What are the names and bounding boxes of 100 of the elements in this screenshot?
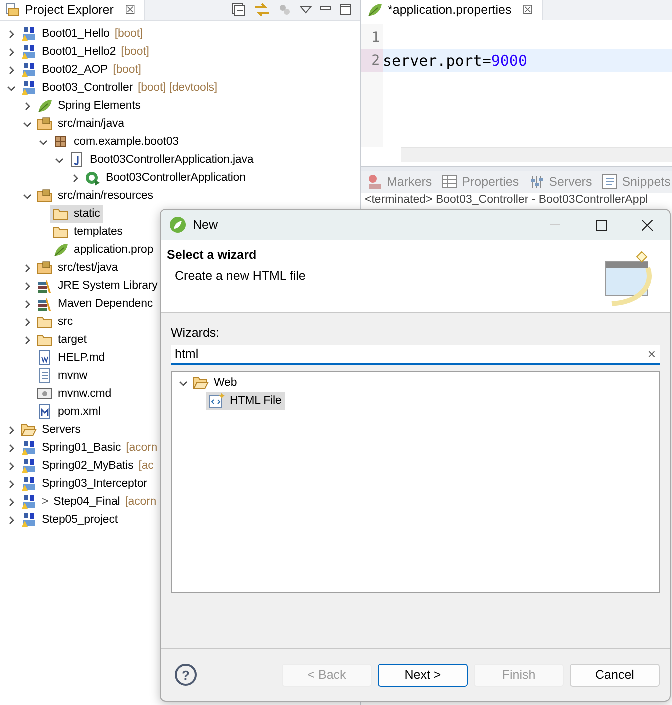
code-line: server.port=9000 bbox=[383, 52, 528, 70]
tree-item[interactable]: static bbox=[50, 205, 104, 223]
tree-item[interactable]: mvnw bbox=[34, 367, 91, 385]
java-file-icon bbox=[69, 152, 85, 168]
project-icon bbox=[21, 476, 37, 492]
library-icon bbox=[37, 296, 53, 312]
tree-item[interactable]: Spring Elements bbox=[34, 97, 144, 115]
tree-item[interactable]: src/test/java bbox=[34, 259, 122, 277]
library-icon bbox=[37, 278, 53, 294]
dialog-title: New bbox=[193, 218, 218, 232]
line-number: 1 bbox=[370, 28, 381, 48]
collapsed-chevron-icon[interactable] bbox=[70, 174, 80, 182]
collapsed-chevron-icon[interactable] bbox=[6, 462, 16, 470]
collapsed-chevron-icon[interactable] bbox=[6, 66, 16, 74]
leaf-icon bbox=[37, 98, 53, 114]
collapsed-chevron-icon[interactable] bbox=[6, 444, 16, 452]
tree-item[interactable]: target bbox=[34, 331, 90, 349]
wizards-label: Wizards: bbox=[171, 326, 221, 340]
wizard-button[interactable]: Cancel bbox=[570, 664, 660, 686]
project-icon bbox=[21, 458, 37, 474]
tree-item[interactable]: HELP.md bbox=[34, 349, 108, 367]
close-icon[interactable]: ☒ bbox=[124, 3, 136, 17]
collapsed-chevron-icon[interactable] bbox=[22, 102, 32, 110]
project-icon bbox=[21, 62, 37, 78]
tree-item[interactable]: mvnw.cmd bbox=[34, 385, 115, 403]
maximize-icon[interactable] bbox=[596, 220, 606, 230]
tree-item[interactable]: com.example.boot03 bbox=[50, 133, 182, 151]
text-file-icon bbox=[37, 368, 53, 384]
tree-item[interactable]: src bbox=[34, 313, 76, 331]
tree-item[interactable]: Spring03_Interceptor bbox=[18, 475, 150, 493]
source-folder-icon bbox=[37, 116, 53, 132]
collapsed-chevron-icon[interactable] bbox=[22, 264, 32, 272]
html-file-icon bbox=[209, 393, 225, 409]
leaf-icon bbox=[367, 2, 383, 18]
collapsed-chevron-icon[interactable] bbox=[6, 426, 16, 434]
snippets-icon bbox=[602, 174, 618, 190]
tree-item[interactable]: Boot01_Hello2 [boot] bbox=[18, 43, 152, 61]
tree-item[interactable]: application.prop bbox=[50, 241, 157, 259]
tree-item[interactable]: src/main/resources bbox=[34, 187, 156, 205]
collapsed-chevron-icon[interactable] bbox=[6, 498, 16, 506]
collapsed-chevron-icon[interactable] bbox=[22, 300, 32, 308]
tree-item[interactable]: Boot03_Controller [boot] [devtools] bbox=[18, 79, 220, 97]
tree-item[interactable]: Servers bbox=[18, 421, 84, 439]
folder-icon bbox=[21, 422, 37, 438]
expanded-chevron-icon[interactable] bbox=[22, 192, 32, 200]
collapsed-chevron-icon[interactable] bbox=[6, 516, 16, 524]
close-icon[interactable]: ☒ bbox=[522, 3, 534, 17]
source-folder-icon bbox=[37, 260, 53, 276]
tree-item[interactable]: > Step04_Final [acorn bbox=[18, 493, 160, 511]
collapsed-chevron-icon[interactable] bbox=[6, 480, 16, 488]
expanded-chevron-icon[interactable] bbox=[178, 378, 188, 388]
leaf-logo-icon bbox=[169, 216, 187, 234]
filter-field[interactable]: html × bbox=[171, 345, 660, 365]
horizontal-scrollbar[interactable] bbox=[401, 147, 672, 162]
tree-item[interactable]: Boot03ControllerApplication bbox=[82, 169, 249, 187]
class-icon bbox=[85, 170, 101, 186]
collapsed-chevron-icon[interactable] bbox=[22, 318, 32, 326]
markers-icon bbox=[367, 174, 383, 190]
expanded-chevron-icon[interactable] bbox=[54, 156, 64, 164]
explorer-icon bbox=[6, 3, 20, 17]
script-file-icon bbox=[37, 386, 53, 402]
help-button[interactable]: ? bbox=[175, 664, 197, 686]
project-explorer-tab[interactable]: Project Explorer ☒ bbox=[0, 0, 145, 20]
wizard-description: Create a new HTML file bbox=[174, 269, 306, 283]
expanded-chevron-icon[interactable] bbox=[38, 138, 48, 146]
project-icon bbox=[21, 512, 37, 528]
package-icon bbox=[53, 134, 69, 150]
tree-item[interactable]: Spring01_Basic [acorn bbox=[18, 439, 161, 457]
tree-item[interactable]: HTML File bbox=[206, 392, 285, 410]
tree-item[interactable]: Maven Dependenc bbox=[34, 295, 156, 313]
document-icon bbox=[37, 350, 53, 366]
project-icon bbox=[21, 44, 37, 60]
collapsed-chevron-icon[interactable] bbox=[22, 336, 32, 344]
tree-item[interactable]: pom.xml bbox=[34, 403, 104, 421]
collapsed-chevron-icon[interactable] bbox=[22, 282, 32, 290]
maximize-icon[interactable] bbox=[340, 4, 352, 16]
collapsed-chevron-icon[interactable] bbox=[6, 30, 16, 38]
tree-item[interactable]: JRE System Library bbox=[34, 277, 161, 295]
expanded-chevron-icon[interactable] bbox=[22, 120, 32, 128]
collapsed-chevron-icon[interactable] bbox=[6, 48, 16, 56]
tree-item[interactable]: Spring02_MyBatis [ac bbox=[18, 457, 157, 475]
line-number: 2 bbox=[361, 49, 383, 72]
leaf-icon bbox=[53, 242, 69, 258]
expanded-chevron-icon[interactable] bbox=[6, 84, 16, 92]
close-icon[interactable] bbox=[642, 220, 652, 230]
clear-button[interactable]: × bbox=[648, 346, 656, 362]
tree-item[interactable]: src/main/java bbox=[34, 115, 128, 133]
folder-icon bbox=[193, 375, 209, 391]
tree-item[interactable]: templates bbox=[50, 223, 126, 241]
wizard-heading: Select a wizard bbox=[167, 248, 258, 262]
tree-item[interactable]: Boot01_Hello [boot] bbox=[18, 25, 146, 43]
tree-item[interactable]: Boot02_AOP [boot] bbox=[18, 61, 144, 79]
collapse-all-icon[interactable] bbox=[232, 3, 246, 17]
view-menu-icon[interactable] bbox=[300, 6, 312, 14]
editor-tab[interactable]: *application.properties ☒ bbox=[361, 0, 543, 20]
tree-item[interactable]: Web bbox=[190, 374, 240, 392]
wizard-button[interactable]: Next > bbox=[378, 664, 468, 686]
tree-item[interactable]: Boot03ControllerApplication.java bbox=[66, 151, 257, 169]
tree-item[interactable]: Step05_project bbox=[18, 511, 121, 529]
project-icon bbox=[21, 80, 37, 96]
